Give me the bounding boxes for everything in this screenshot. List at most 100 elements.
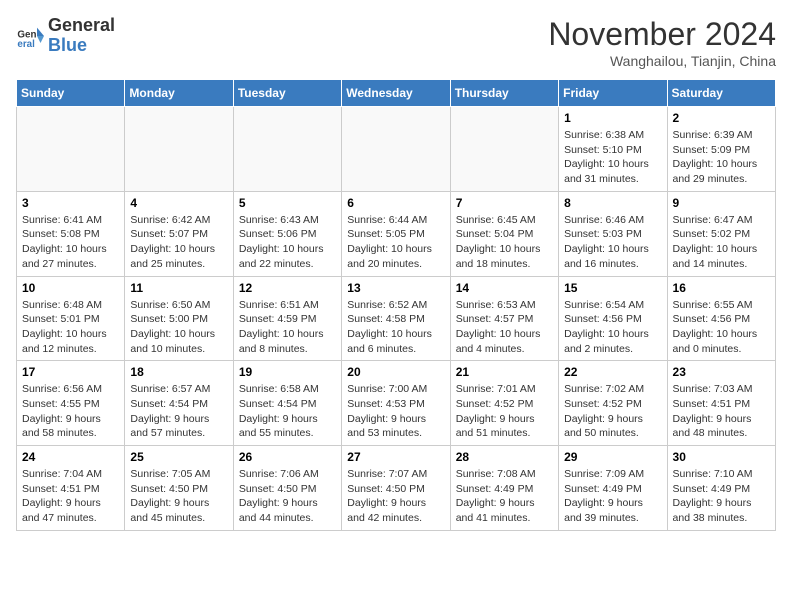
week-row-5: 24Sunrise: 7:04 AMSunset: 4:51 PMDayligh… bbox=[17, 446, 776, 531]
calendar-cell bbox=[17, 107, 125, 192]
day-info: Sunrise: 6:42 AMSunset: 5:07 PMDaylight:… bbox=[130, 213, 227, 272]
calendar-cell: 13Sunrise: 6:52 AMSunset: 4:58 PMDayligh… bbox=[342, 276, 450, 361]
day-number: 26 bbox=[239, 450, 336, 464]
col-header-sunday: Sunday bbox=[17, 80, 125, 107]
calendar-cell: 14 Sunrise: 6:53 AMSunset: 4:57 PMDayligh… bbox=[450, 276, 558, 361]
day-number: 30 bbox=[673, 450, 770, 464]
day-number: 27 bbox=[347, 450, 444, 464]
calendar-cell: 5 Sunrise: 6:43 AMSunset: 5:06 PMDaylight… bbox=[233, 191, 341, 276]
day-info: Sunrise: 6:46 AMSunset: 5:03 PMDaylight:… bbox=[564, 213, 661, 272]
day-number: 5 bbox=[239, 196, 336, 210]
calendar-cell: 28 Sunrise: 7:08 AMSunset: 4:49 PMDayligh… bbox=[450, 446, 558, 531]
day-number: 19 bbox=[239, 365, 336, 379]
day-number: 12 bbox=[239, 281, 336, 295]
calendar-cell: 8Sunrise: 6:46 AMSunset: 5:03 PMDaylight… bbox=[559, 191, 667, 276]
day-number: 2 bbox=[673, 111, 770, 125]
calendar-cell: 2 Sunrise: 6:39 AMSunset: 5:09 PMDaylight… bbox=[667, 107, 775, 192]
calendar-cell: 17 Sunrise: 6:56 AMSunset: 4:55 PMDayligh… bbox=[17, 361, 125, 446]
day-number: 22 bbox=[564, 365, 661, 379]
day-number: 16 bbox=[673, 281, 770, 295]
col-header-monday: Monday bbox=[125, 80, 233, 107]
col-header-tuesday: Tuesday bbox=[233, 80, 341, 107]
day-number: 21 bbox=[456, 365, 553, 379]
day-info: Sunrise: 6:43 AMSunset: 5:06 PMDaylight:… bbox=[239, 213, 336, 272]
day-number: 10 bbox=[22, 281, 119, 295]
day-info: Sunrise: 6:56 AMSunset: 4:55 PMDaylight:… bbox=[22, 382, 119, 441]
logo-general: General bbox=[48, 16, 115, 36]
col-header-saturday: Saturday bbox=[667, 80, 775, 107]
day-info: Sunrise: 6:44 AMSunset: 5:05 PMDaylight:… bbox=[347, 213, 444, 272]
day-info: Sunrise: 6:53 AMSunset: 4:57 PMDaylight:… bbox=[456, 298, 553, 357]
day-info: Sunrise: 6:45 AMSunset: 5:04 PMDaylight:… bbox=[456, 213, 553, 272]
day-number: 4 bbox=[130, 196, 227, 210]
day-info: Sunrise: 6:51 AMSunset: 4:59 PMDaylight:… bbox=[239, 298, 336, 357]
day-info: Sunrise: 6:48 AMSunset: 5:01 PMDaylight:… bbox=[22, 298, 119, 357]
day-number: 14 bbox=[456, 281, 553, 295]
calendar-cell: 23Sunrise: 7:03 AMSunset: 4:51 PMDayligh… bbox=[667, 361, 775, 446]
logo-text: General Blue bbox=[48, 16, 115, 56]
calendar-cell: 16Sunrise: 6:55 AMSunset: 4:56 PMDayligh… bbox=[667, 276, 775, 361]
page-header: Gen eral General Blue November 2024 Wang… bbox=[16, 16, 776, 69]
col-header-thursday: Thursday bbox=[450, 80, 558, 107]
calendar-header-row: SundayMondayTuesdayWednesdayThursdayFrid… bbox=[17, 80, 776, 107]
day-number: 11 bbox=[130, 281, 227, 295]
day-number: 29 bbox=[564, 450, 661, 464]
calendar-cell bbox=[233, 107, 341, 192]
month-title: November 2024 bbox=[548, 16, 776, 53]
day-info: Sunrise: 7:09 AMSunset: 4:49 PMDaylight:… bbox=[564, 467, 661, 526]
week-row-1: 1 Sunrise: 6:38 AMSunset: 5:10 PMDaylight… bbox=[17, 107, 776, 192]
day-number: 9 bbox=[673, 196, 770, 210]
week-row-2: 3 Sunrise: 6:41 AMSunset: 5:08 PMDaylight… bbox=[17, 191, 776, 276]
day-info: Sunrise: 7:04 AMSunset: 4:51 PMDaylight:… bbox=[22, 467, 119, 526]
calendar-cell: 30 Sunrise: 7:10 AMSunset: 4:49 PMDayligh… bbox=[667, 446, 775, 531]
day-info: Sunrise: 6:52 AMSunset: 4:58 PMDaylight:… bbox=[347, 298, 444, 357]
day-info: Sunrise: 6:41 AMSunset: 5:08 PMDaylight:… bbox=[22, 213, 119, 272]
logo-blue: Blue bbox=[48, 36, 115, 56]
calendar-cell: 25 Sunrise: 7:05 AMSunset: 4:50 PMDayligh… bbox=[125, 446, 233, 531]
day-info: Sunrise: 7:01 AMSunset: 4:52 PMDaylight:… bbox=[456, 382, 553, 441]
svg-text:eral: eral bbox=[17, 39, 35, 50]
calendar-cell: 20Sunrise: 7:00 AMSunset: 4:53 PMDayligh… bbox=[342, 361, 450, 446]
week-row-3: 10 Sunrise: 6:48 AMSunset: 5:01 PMDayligh… bbox=[17, 276, 776, 361]
day-info: Sunrise: 7:05 AMSunset: 4:50 PMDaylight:… bbox=[130, 467, 227, 526]
day-number: 25 bbox=[130, 450, 227, 464]
calendar-cell: 18 Sunrise: 6:57 AMSunset: 4:54 PMDayligh… bbox=[125, 361, 233, 446]
day-info: Sunrise: 6:54 AMSunset: 4:56 PMDaylight:… bbox=[564, 298, 661, 357]
day-info: Sunrise: 6:57 AMSunset: 4:54 PMDaylight:… bbox=[130, 382, 227, 441]
day-number: 17 bbox=[22, 365, 119, 379]
day-info: Sunrise: 7:03 AMSunset: 4:51 PMDaylight:… bbox=[673, 382, 770, 441]
day-info: Sunrise: 7:06 AMSunset: 4:50 PMDaylight:… bbox=[239, 467, 336, 526]
day-number: 20 bbox=[347, 365, 444, 379]
calendar-cell: 12 Sunrise: 6:51 AMSunset: 4:59 PMDayligh… bbox=[233, 276, 341, 361]
calendar-cell: 19Sunrise: 6:58 AMSunset: 4:54 PMDayligh… bbox=[233, 361, 341, 446]
day-number: 18 bbox=[130, 365, 227, 379]
day-info: Sunrise: 6:47 AMSunset: 5:02 PMDaylight:… bbox=[673, 213, 770, 272]
calendar-cell: 4 Sunrise: 6:42 AMSunset: 5:07 PMDaylight… bbox=[125, 191, 233, 276]
calendar-cell: 21 Sunrise: 7:01 AMSunset: 4:52 PMDayligh… bbox=[450, 361, 558, 446]
calendar-cell: 6Sunrise: 6:44 AMSunset: 5:05 PMDaylight… bbox=[342, 191, 450, 276]
calendar-cell: 9 Sunrise: 6:47 AMSunset: 5:02 PMDaylight… bbox=[667, 191, 775, 276]
week-row-4: 17 Sunrise: 6:56 AMSunset: 4:55 PMDayligh… bbox=[17, 361, 776, 446]
day-number: 1 bbox=[564, 111, 661, 125]
day-number: 7 bbox=[456, 196, 553, 210]
calendar-cell: 29 Sunrise: 7:09 AMSunset: 4:49 PMDayligh… bbox=[559, 446, 667, 531]
day-info: Sunrise: 6:50 AMSunset: 5:00 PMDaylight:… bbox=[130, 298, 227, 357]
title-block: November 2024 Wanghailou, Tianjin, China bbox=[548, 16, 776, 69]
day-number: 28 bbox=[456, 450, 553, 464]
calendar-cell: 7 Sunrise: 6:45 AMSunset: 5:04 PMDaylight… bbox=[450, 191, 558, 276]
calendar-cell bbox=[125, 107, 233, 192]
logo: Gen eral General Blue bbox=[16, 16, 115, 56]
day-info: Sunrise: 7:02 AMSunset: 4:52 PMDaylight:… bbox=[564, 382, 661, 441]
day-info: Sunrise: 7:08 AMSunset: 4:49 PMDaylight:… bbox=[456, 467, 553, 526]
day-info: Sunrise: 7:10 AMSunset: 4:49 PMDaylight:… bbox=[673, 467, 770, 526]
calendar-cell: 27Sunrise: 7:07 AMSunset: 4:50 PMDayligh… bbox=[342, 446, 450, 531]
day-number: 3 bbox=[22, 196, 119, 210]
calendar-cell bbox=[450, 107, 558, 192]
day-info: Sunrise: 6:38 AMSunset: 5:10 PMDaylight:… bbox=[564, 128, 661, 187]
day-info: Sunrise: 6:39 AMSunset: 5:09 PMDaylight:… bbox=[673, 128, 770, 187]
col-header-wednesday: Wednesday bbox=[342, 80, 450, 107]
calendar-cell: 3 Sunrise: 6:41 AMSunset: 5:08 PMDaylight… bbox=[17, 191, 125, 276]
calendar-cell: 10 Sunrise: 6:48 AMSunset: 5:01 PMDayligh… bbox=[17, 276, 125, 361]
calendar-cell: 1 Sunrise: 6:38 AMSunset: 5:10 PMDaylight… bbox=[559, 107, 667, 192]
calendar-table: SundayMondayTuesdayWednesdayThursdayFrid… bbox=[16, 79, 776, 531]
